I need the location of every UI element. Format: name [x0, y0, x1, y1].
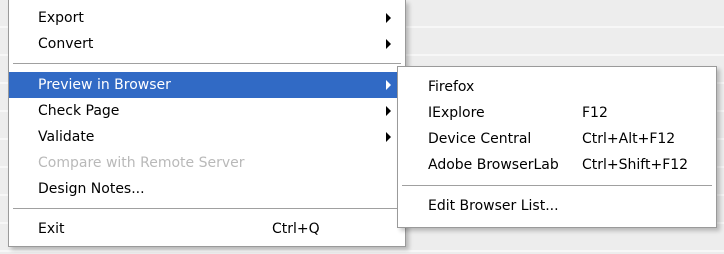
menu-item-exit[interactable]: Exit Ctrl+Q [9, 216, 405, 242]
menu-item-label: Firefox [428, 79, 475, 95]
menu-item-label: Preview in Browser [38, 77, 171, 93]
menu-item-check-page[interactable]: Check Page [9, 98, 405, 124]
menu-item-export[interactable]: Export [9, 5, 405, 31]
menu-item-convert[interactable]: Convert [9, 31, 405, 57]
chevron-right-icon [386, 80, 391, 90]
submenu-preview-in-browser: Firefox IExplore F12 Device Central Ctrl… [397, 66, 717, 228]
menu-item-preview-in-browser[interactable]: Preview in Browser [9, 72, 405, 98]
menu-item-shortcut: Ctrl+Shift+F12 [582, 157, 689, 173]
chevron-right-icon [386, 39, 391, 49]
submenu-item-iexplore[interactable]: IExplore F12 [398, 100, 716, 126]
menu-item-shortcut: Ctrl+Alt+F12 [582, 131, 676, 147]
chevron-right-icon [386, 13, 391, 23]
menu-item-label: Adobe BrowserLab [428, 157, 559, 173]
menu-item-label: IExplore [428, 105, 485, 121]
chevron-right-icon [386, 132, 391, 142]
menu-item-compare-with-remote-server: Compare with Remote Server [9, 150, 405, 176]
menu-item-label: Edit Browser List... [428, 198, 559, 214]
menu-separator [13, 63, 401, 65]
menu-item-validate[interactable]: Validate [9, 124, 405, 150]
menu-item-shortcut: Ctrl+Q [272, 221, 320, 237]
menu-item-label: Check Page [38, 103, 120, 119]
menu-item-label: Exit [38, 221, 65, 237]
menu-separator [13, 208, 401, 210]
menu-item-label: Device Central [428, 131, 532, 147]
submenu-item-edit-browser-list[interactable]: Edit Browser List... [398, 193, 716, 219]
menu-item-label: Design Notes... [38, 181, 145, 197]
menu-item-label: Validate [38, 129, 95, 145]
context-menu: Export Convert Preview in Browser Check … [8, 0, 406, 247]
menu-item-label: Convert [38, 36, 94, 52]
menu-item-design-notes[interactable]: Design Notes... [9, 176, 405, 202]
submenu-item-device-central[interactable]: Device Central Ctrl+Alt+F12 [398, 126, 716, 152]
menu-item-shortcut: F12 [582, 105, 608, 121]
menu-separator [402, 185, 712, 187]
menu-item-label: Compare with Remote Server [38, 155, 245, 171]
submenu-item-adobe-browserlab[interactable]: Adobe BrowserLab Ctrl+Shift+F12 [398, 152, 716, 178]
submenu-item-firefox[interactable]: Firefox [398, 74, 716, 100]
chevron-right-icon [386, 106, 391, 116]
menu-item-label: Export [38, 10, 84, 26]
